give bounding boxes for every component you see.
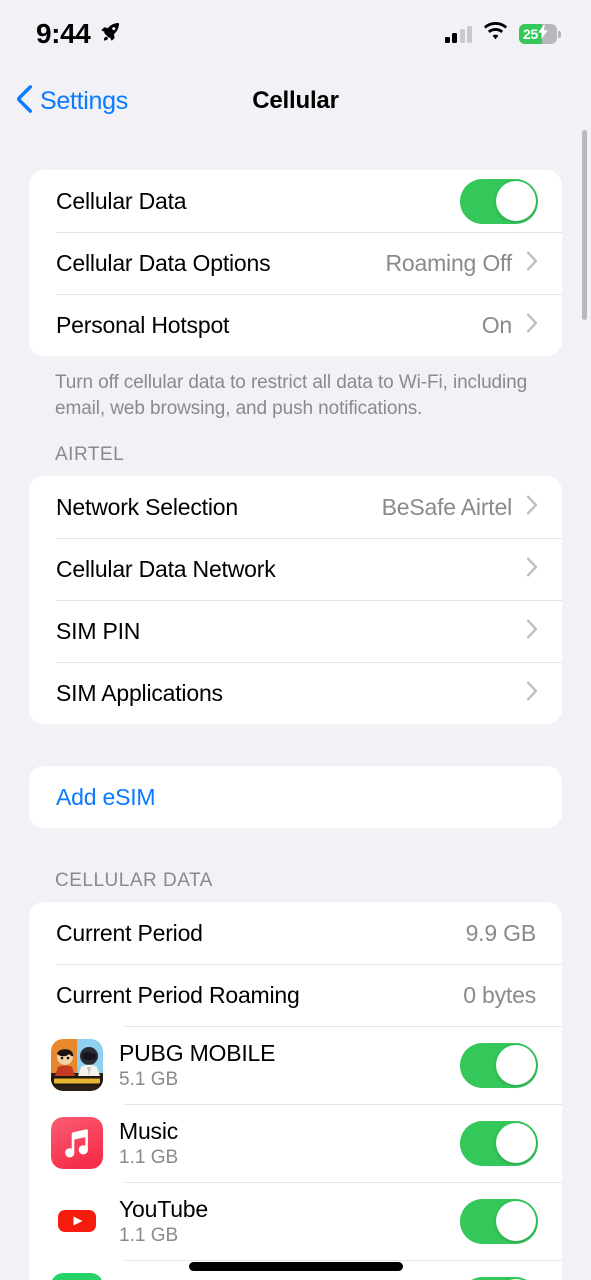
apple-music-icon (51, 1117, 103, 1169)
youtube-icon (51, 1195, 103, 1247)
row-label: SIM Applications (56, 679, 223, 706)
cellular-data-usage-group: Current Period 9.9 GB Current Period Roa… (29, 902, 562, 1280)
rocket-icon (99, 21, 121, 48)
row-label: SIM PIN (56, 617, 141, 644)
app-toggle-youtube[interactable] (460, 1198, 538, 1244)
esim-group: Add eSIM (29, 766, 562, 828)
navigation-bar: Cellular Settings (0, 74, 591, 128)
section-header-airtel: AIRTEL (55, 444, 125, 465)
app-info: YouTube 1.1 GB (119, 1196, 460, 1247)
section-header-cellular-data: CELLULAR DATA (55, 870, 213, 891)
app-info: Music 1.1 GB (119, 1118, 460, 1169)
app-row-music[interactable]: Music 1.1 GB (29, 1104, 562, 1182)
row-sim-pin[interactable]: SIM PIN (29, 600, 562, 662)
row-cellular-data-options[interactable]: Cellular Data Options Roaming Off (29, 232, 562, 294)
cellular-data-group: Cellular Data Cellular Data Options Roam… (29, 170, 562, 356)
chevron-right-icon (526, 312, 538, 338)
row-value: On (481, 311, 512, 338)
row-label: Cellular Data Network (56, 555, 276, 582)
app-name: PUBG MOBILE (119, 1039, 276, 1066)
row-current-period: Current Period 9.9 GB (29, 902, 562, 964)
chevron-right-icon (526, 494, 538, 520)
row-label: Personal Hotspot (56, 311, 230, 338)
clock: 9:44 (36, 18, 91, 49)
battery-icon: 25 (519, 24, 561, 44)
app-row-pubg-mobile[interactable]: PUBG MOBILE 5.1 GB (29, 1026, 562, 1104)
battery-percent-label: 25 (523, 26, 538, 42)
row-value: 9.9 GB (465, 919, 537, 946)
status-bar-right: 25 (444, 21, 561, 46)
airtel-group: Network Selection BeSafe Airtel Cellular… (29, 476, 562, 724)
charging-bolt-icon (538, 24, 549, 44)
app-size: 1.1 GB (119, 1224, 179, 1246)
app-row-youtube[interactable]: YouTube 1.1 GB (29, 1182, 562, 1260)
add-esim-label: Add eSIM (56, 783, 156, 810)
cellular-data-footnote: Turn off cellular data to restrict all d… (55, 372, 528, 419)
row-cellular-data-network[interactable]: Cellular Data Network (29, 538, 562, 600)
wifi-icon (483, 21, 508, 46)
row-network-selection[interactable]: Network Selection BeSafe Airtel (29, 476, 562, 538)
vertical-scrollbar[interactable] (582, 130, 587, 320)
row-label: Network Selection (56, 493, 238, 520)
app-name: Music (119, 1117, 179, 1144)
row-cellular-data[interactable]: Cellular Data (29, 170, 562, 232)
status-bar-left: 9:44 (36, 18, 121, 50)
app-info: PUBG MOBILE 5.1 GB (119, 1040, 460, 1091)
chevron-right-icon (526, 250, 538, 276)
row-label: Current Period Roaming (56, 981, 300, 1008)
row-sim-applications[interactable]: SIM Applications (29, 662, 562, 724)
cellular-signal-icon (444, 25, 472, 43)
back-button-label: Settings (40, 86, 128, 115)
back-button[interactable]: Settings (16, 74, 128, 128)
home-indicator[interactable] (188, 1262, 403, 1271)
row-value: Roaming Off (385, 249, 513, 276)
app-size: 5.1 GB (119, 1068, 179, 1090)
cellular-data-toggle[interactable] (460, 178, 538, 224)
settings-scroll-view[interactable]: Cellular Data Cellular Data Options Roam… (0, 128, 591, 1280)
row-personal-hotspot[interactable]: Personal Hotspot On (29, 294, 562, 356)
cellular-settings-screen: 9:44 25 Cellular Settings Cellular Data … (0, 0, 591, 1280)
chevron-right-icon (526, 556, 538, 582)
row-add-esim[interactable]: Add eSIM (29, 766, 562, 828)
chevron-left-icon (16, 84, 33, 118)
app-toggle-whatsapp[interactable] (460, 1276, 538, 1280)
row-label: Cellular Data (56, 187, 187, 214)
pubg-mobile-icon (51, 1039, 103, 1091)
app-name: YouTube (119, 1195, 208, 1222)
app-toggle-pubg-mobile[interactable] (460, 1042, 538, 1088)
row-label: Current Period (56, 919, 203, 946)
row-current-period-roaming: Current Period Roaming 0 bytes (29, 964, 562, 1026)
status-bar: 9:44 25 (0, 0, 591, 68)
whatsapp-icon (51, 1273, 103, 1280)
row-value: BeSafe Airtel (381, 493, 513, 520)
row-label: Cellular Data Options (56, 249, 271, 276)
app-size: 1.1 GB (119, 1146, 179, 1168)
chevron-right-icon (526, 680, 538, 706)
chevron-right-icon (526, 618, 538, 644)
row-value: 0 bytes (463, 981, 536, 1008)
app-toggle-music[interactable] (460, 1120, 538, 1166)
